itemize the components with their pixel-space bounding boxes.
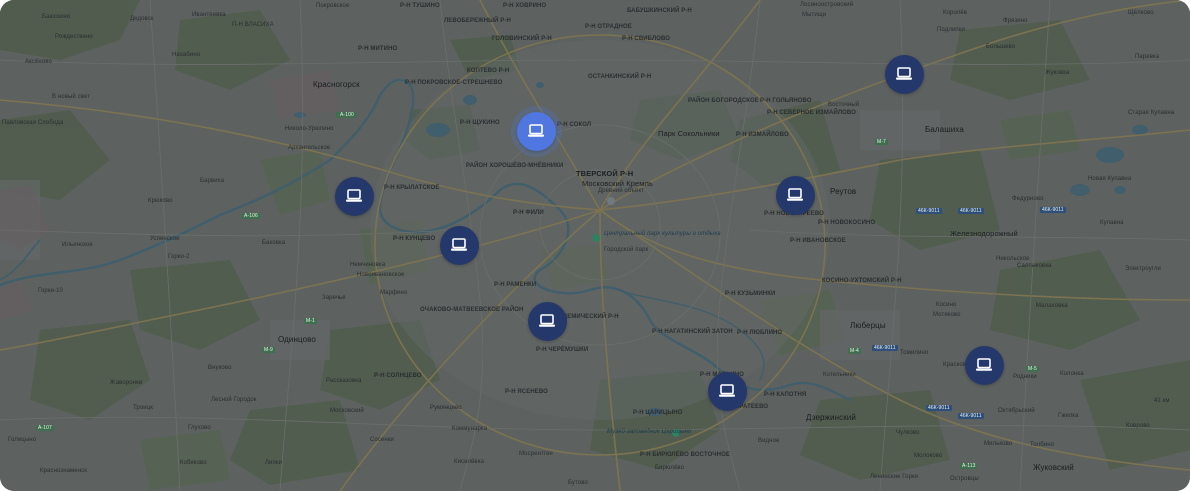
pin-novogireevo[interactable]	[775, 175, 815, 215]
pin-kraskovo[interactable]	[964, 345, 1004, 385]
map-basemap[interactable]	[0, 0, 1190, 491]
pin-pechatniki[interactable]	[707, 371, 747, 411]
laptop-icon	[528, 124, 544, 137]
laptop-icon	[719, 384, 735, 397]
pin-shchukino[interactable]	[334, 176, 374, 216]
pin-kuntsevo[interactable]	[439, 225, 479, 265]
laptop-icon	[346, 189, 362, 202]
laptop-icon	[451, 238, 467, 251]
laptop-icon	[787, 188, 803, 201]
pin-cheryomushki[interactable]	[527, 301, 567, 341]
pin-tushino[interactable]	[516, 111, 556, 151]
pin-balashikha[interactable]	[884, 54, 924, 94]
laptop-icon	[539, 314, 555, 327]
map-container[interactable]: Дедовск Ивантеевка П-Н ВЛАСИХА Покровско…	[0, 0, 1190, 491]
laptop-icon	[976, 358, 992, 371]
laptop-icon	[896, 67, 912, 80]
